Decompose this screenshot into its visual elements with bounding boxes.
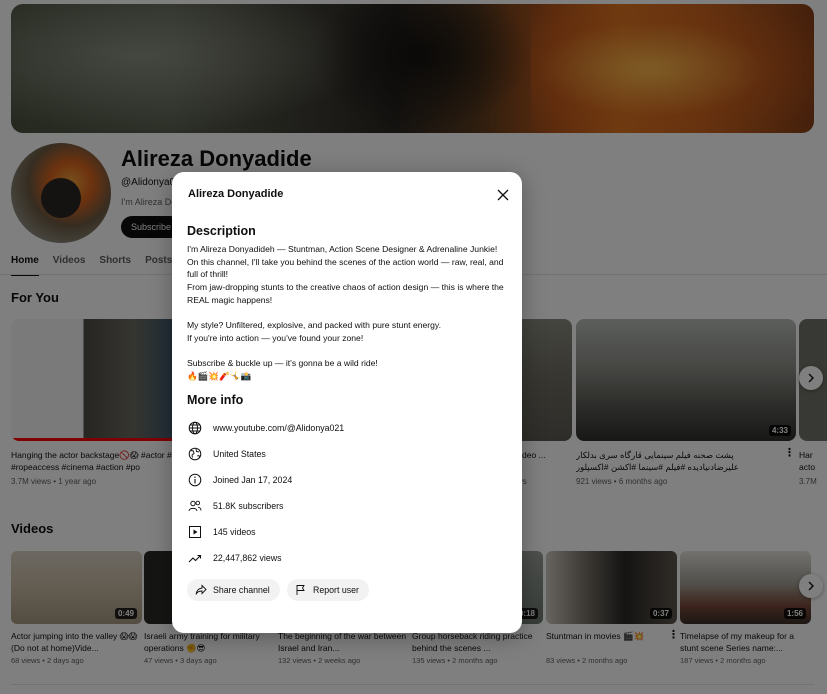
dialog-title: Alireza Donyadide	[188, 188, 284, 200]
channel-url-link[interactable]: www.youtube.com/@Alidonya021	[213, 423, 344, 433]
info-row-videos: 145 videos	[188, 525, 256, 539]
description-line: My style? Unfiltered, explosive, and pac…	[187, 320, 441, 331]
share-channel-button[interactable]: Share channel	[187, 579, 280, 601]
share-channel-label: Share channel	[213, 585, 270, 595]
flag-icon	[296, 585, 305, 595]
subscribers-icon	[188, 500, 202, 512]
description-line: I'm Alireza Donyadideh — Stuntman, Actio…	[187, 244, 498, 254]
report-user-label: Report user	[313, 585, 359, 595]
globe-icon	[188, 421, 202, 435]
info-icon	[188, 473, 202, 487]
description-line: On this channel, I'll take you behind th…	[187, 256, 504, 280]
report-user-button[interactable]: Report user	[287, 579, 369, 601]
description-line	[187, 307, 512, 320]
channel-view-count: 22,447,862 views	[213, 553, 282, 563]
share-icon	[195, 584, 207, 595]
close-icon	[497, 189, 509, 201]
description-line: Subscribe & buckle up — it's gonna be a …	[187, 358, 378, 369]
description-emojis: 🔥🎬💥🧨🤸📸	[187, 371, 252, 381]
description-line: From jaw-dropping stunts to the creative…	[187, 282, 504, 305]
info-row-views: 22,447,862 views	[188, 551, 281, 565]
info-row-joined: Joined Jan 17, 2024	[188, 473, 292, 487]
info-row-country: United States	[188, 447, 266, 461]
play-square-icon	[189, 526, 201, 538]
channel-description: I'm Alireza Donyadideh — Stuntman, Actio…	[187, 243, 512, 383]
channel-video-count: 145 videos	[213, 527, 256, 537]
channel-joined-date: Joined Jan 17, 2024	[213, 475, 293, 485]
description-line: If you're into action — you've found you…	[187, 332, 364, 343]
description-heading: Description	[187, 224, 256, 238]
channel-subscriber-count: 51.8K subscribers	[213, 501, 284, 511]
channel-country: United States	[213, 449, 266, 459]
close-button[interactable]	[494, 186, 512, 204]
more-info-heading: More info	[187, 393, 244, 407]
channel-about-dialog: Alireza Donyadide Description I'm Alirez…	[172, 172, 522, 633]
info-row-url: www.youtube.com/@Alidonya021	[188, 421, 344, 435]
country-icon	[188, 447, 202, 461]
info-row-subscribers: 51.8K subscribers	[188, 499, 283, 513]
trending-icon	[188, 554, 202, 563]
description-line	[187, 345, 512, 358]
